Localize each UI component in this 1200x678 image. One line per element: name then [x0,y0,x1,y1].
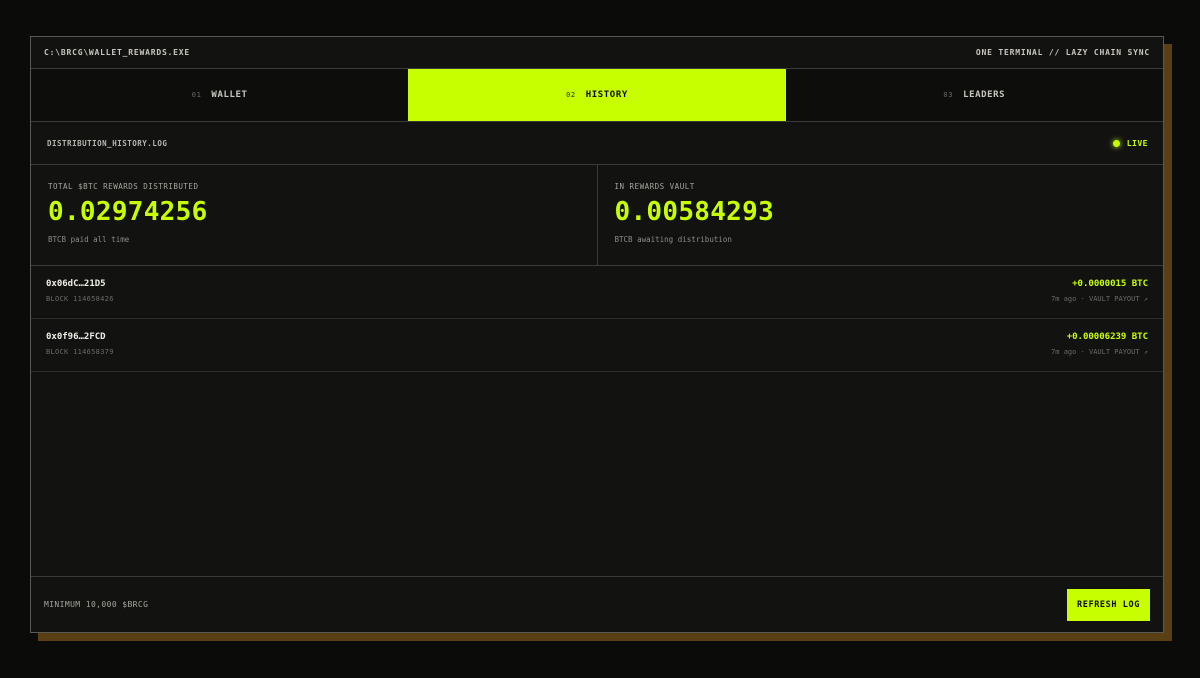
stat-caption: BTCB paid all time [48,235,130,244]
history-row: 0x06dC…21D5 BLOCK 114658426 +0.0000015 B… [31,266,1163,319]
stat-value: 0.02974256 [48,197,208,227]
history-list: 0x06dC…21D5 BLOCK 114658426 +0.0000015 B… [31,266,1163,576]
live-dot-icon [1112,139,1120,147]
tab-leaders[interactable]: 03 LEADERS [785,69,1163,121]
tab-number: 01 [191,91,202,99]
wallet-address: 0x06dC…21D5 [46,279,106,289]
tab-number: 03 [943,91,954,99]
log-name: DISTRIBUTION_HISTORY.LOG [47,138,168,148]
live-label: LIVE [1126,138,1148,148]
stat-caption: BTCB awaiting distribution [614,235,732,244]
block-number: BLOCK 114658426 [46,295,114,303]
tab-bar: 01 WALLET 02 HISTORY 03 LEADERS [31,69,1163,122]
wallet-address: 0x0f96…2FCD [46,332,106,342]
payout-link[interactable]: 7m ago · VAULT PAYOUT ↗ [1051,295,1148,303]
refresh-log-button[interactable]: REFRESH LOG [1067,588,1150,621]
tab-label: HISTORY [585,90,628,100]
log-header: DISTRIBUTION_HISTORY.LOG LIVE [31,122,1163,165]
block-number: BLOCK 114658379 [46,348,114,356]
stat-label: TOTAL $BTC REWARDS DISTRIBUTED [48,182,199,191]
payout-amount: +0.0000015 BTC [1072,279,1148,289]
history-row: 0x0f96…2FCD BLOCK 114658379 +0.00006239 … [31,319,1163,372]
stat-rewards-vault: IN REWARDS VAULT 0.00584293 BTCB awaitin… [596,165,1164,265]
tab-history[interactable]: 02 HISTORY [408,69,786,121]
app-window: C:\BRCG\WALLET_REWARDS.EXE ONE TERMINAL … [30,36,1164,633]
stat-total-distributed: TOTAL $BTC REWARDS DISTRIBUTED 0.0297425… [31,165,597,265]
window-subtitle: ONE TERMINAL // LAZY CHAIN SYNC [975,48,1150,57]
stat-label: IN REWARDS VAULT [614,182,695,191]
window-title: C:\BRCG\WALLET_REWARDS.EXE [44,48,191,57]
payout-link[interactable]: 7m ago · VAULT PAYOUT ↗ [1051,348,1148,356]
payout-amount: +0.00006239 BTC [1066,332,1148,342]
tab-label: LEADERS [963,90,1006,100]
live-indicator: LIVE [1112,138,1148,148]
tab-number: 02 [566,91,576,99]
stats-panel: TOTAL $BTC REWARDS DISTRIBUTED 0.0297425… [31,165,1163,266]
minimum-holding-note: MINIMUM 10,000 $BRCG [44,600,149,609]
title-bar: C:\BRCG\WALLET_REWARDS.EXE ONE TERMINAL … [31,37,1163,69]
footer-bar: MINIMUM 10,000 $BRCG REFRESH LOG [31,576,1163,632]
tab-wallet[interactable]: 01 WALLET [31,69,409,121]
tab-label: WALLET [211,90,248,100]
stat-value: 0.00584293 [614,197,775,227]
